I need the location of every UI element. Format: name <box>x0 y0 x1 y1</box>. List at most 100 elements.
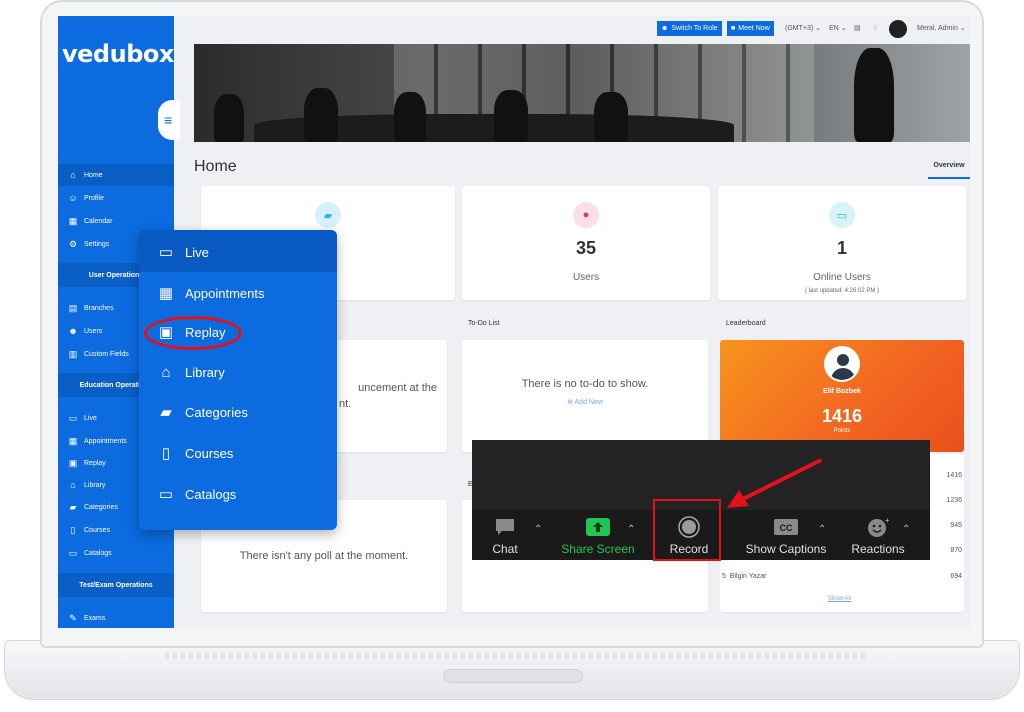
record-highlight-box <box>653 499 721 561</box>
chat-button[interactable]: Chat <box>484 512 526 556</box>
todo-empty-text: There is no to-do to show. <box>521 378 649 390</box>
video-icon: ■ <box>731 25 736 32</box>
home-icon: ⌂ <box>70 170 76 180</box>
share-screen-label: Share Screen <box>561 542 635 556</box>
chevron-up-icon[interactable]: ⌃ <box>534 524 542 535</box>
chat-icon <box>484 512 526 542</box>
sidebar-item-label: Appointments <box>84 437 127 445</box>
video-icon: ▭ <box>158 244 174 261</box>
chevron-down-icon: ⌄ <box>815 25 822 32</box>
calendar-icon: ▦ <box>68 215 78 226</box>
banner-person <box>214 94 244 142</box>
popup-item-appointments[interactable]: ▦ Appointments <box>157 281 265 305</box>
avatar <box>824 346 860 382</box>
users-icon: ☻ <box>68 326 78 336</box>
document-icon[interactable]: ▤ <box>854 24 861 32</box>
popup-item-catalogs[interactable]: ▭ Catalogs <box>157 482 236 506</box>
stat-last-updated: ( last updated: 4:26:02 PM ) <box>804 288 880 294</box>
section-exam-operations: Test/Exam Operations <box>58 573 174 597</box>
sidebar-item-label: Custom Fields <box>84 350 129 358</box>
leader-name: Elif Bozbek <box>823 388 861 395</box>
sidebar-item-label: Branches <box>84 304 114 312</box>
show-captions-label: Show Captions <box>745 542 827 556</box>
brand-logo[interactable]: vedubox <box>62 40 174 68</box>
chevron-down-icon: ⌄ <box>959 25 966 32</box>
switch-role-label: Switch To Role <box>671 25 718 32</box>
highlight-oval <box>144 316 242 350</box>
calendar-icon: ▦ <box>158 285 174 302</box>
sidebar-item-profile[interactable]: ☺ Profile <box>58 187 174 209</box>
page-title: Home <box>194 158 237 175</box>
monitor-icon: ▭ <box>829 202 855 228</box>
tab-overview[interactable]: Overview <box>928 162 970 179</box>
book-icon: ▰ <box>160 404 172 421</box>
sidebar-item-label: Settings <box>84 240 110 248</box>
chevron-up-icon[interactable]: ⌃ <box>627 524 635 535</box>
sidebar-item-label: Calendar <box>84 217 113 225</box>
user-name: Meral, Admin <box>917 25 958 32</box>
timezone-select[interactable]: (GMT+3) ⌄ <box>785 24 821 32</box>
user-menu[interactable]: Meral, Admin ⌄ <box>917 24 966 32</box>
popup-item-library[interactable]: ⌂ Library <box>157 360 225 384</box>
replay-icon: ▣ <box>68 457 78 468</box>
folder-icon: ▭ <box>158 486 174 503</box>
leader-row-points: 694 <box>950 573 962 580</box>
calendar-icon: ▦ <box>68 435 78 446</box>
menu-icon: ≡ <box>164 112 173 128</box>
sidebar-item-label: Home <box>84 171 103 179</box>
sidebar-item-label: Exams <box>84 614 106 622</box>
add-new-link[interactable]: ⊕ Add New <box>462 398 708 406</box>
chat-label: Chat <box>492 542 518 556</box>
courses-icon: ▯ <box>70 524 76 535</box>
edit-icon: ✎ <box>69 612 77 623</box>
sidebar-item-label: Replay <box>84 459 106 467</box>
chevron-up-icon[interactable]: ⌃ <box>902 524 910 535</box>
branches-icon: ▤ <box>68 302 78 313</box>
leaderboard-title: Leaderboard <box>726 320 766 327</box>
leader-points-label: Points <box>833 428 851 434</box>
laptop-vents <box>165 653 865 659</box>
stat-card-online-users: ▭ 1 Online Users ( last updated: 4:26:02… <box>718 186 966 300</box>
video-icon: ▭ <box>68 412 78 423</box>
todo-title: To-Do List <box>468 320 500 327</box>
banner-presenter <box>854 48 894 142</box>
popup-item-label: Library <box>185 364 225 380</box>
chevron-up-icon[interactable]: ⌃ <box>818 524 826 535</box>
leaderboard-top-card: Elif Bozbek 1416 Points <box>720 340 964 452</box>
popup-item-label: Categories <box>185 404 248 420</box>
user-icon: ● <box>573 202 599 228</box>
popup-item-live[interactable]: ▭ Live <box>157 240 209 264</box>
bell-icon[interactable]: ♢ <box>872 24 878 32</box>
popup-item-courses[interactable]: ▯ Courses <box>157 441 234 465</box>
leader-row-name: Bilgin Yazar <box>729 573 767 580</box>
language-select[interactable]: EN ⌄ <box>829 24 847 32</box>
popup-item-categories[interactable]: ▰ Categories <box>157 400 248 424</box>
leader-row-points: 870 <box>950 547 962 554</box>
fields-icon: ▥ <box>68 348 78 359</box>
popup-item-label: Appointments <box>185 285 265 301</box>
sidebar-item-label: Courses <box>84 526 111 534</box>
sidebar-item-label: Users <box>84 327 103 335</box>
svg-text:+: + <box>885 516 889 525</box>
reactions-label: Reactions <box>851 542 905 556</box>
leader-row-points: 1416 <box>946 472 962 479</box>
banner-person <box>494 90 528 142</box>
user-avatar[interactable] <box>889 20 907 38</box>
sidebar-item-label: Library <box>84 481 106 489</box>
sidebar-item-calendar[interactable]: ▦ Calendar <box>58 210 174 232</box>
meet-now-button[interactable]: ■ Meet Now <box>727 21 774 36</box>
topbar: ☻ Switch To Role ■ Meet Now (GMT+3) ⌄ EN ⌄… <box>174 16 970 42</box>
popup-item-label: Courses <box>185 445 234 461</box>
avatar-head <box>837 354 849 366</box>
banner-person <box>394 92 426 142</box>
sidebar-item-catalogs[interactable]: ▭ Catalogs <box>58 542 174 564</box>
courses-icon: ▯ <box>161 445 171 462</box>
show-all-link[interactable]: Show All <box>828 596 851 602</box>
sidebar-toggle[interactable]: ≡ <box>158 100 180 140</box>
leader-row-rank-name: 5 Bilgin Yazar <box>722 573 767 580</box>
switch-role-button[interactable]: ☻ Switch To Role <box>657 21 722 36</box>
folder-icon: ▭ <box>68 547 78 558</box>
stat-label: Online Users <box>813 272 871 283</box>
sidebar-item-home[interactable]: ⌂ Home <box>58 164 174 186</box>
sidebar-item-exams[interactable]: ✎ Exams <box>58 607 174 628</box>
